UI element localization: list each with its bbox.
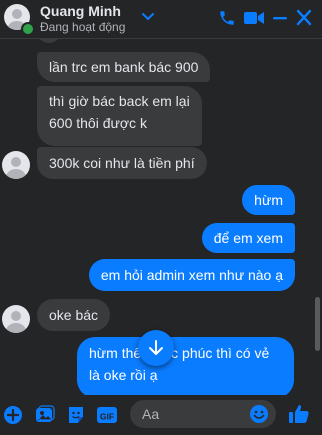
phone-icon[interactable] [218,9,236,32]
like-icon[interactable] [288,403,310,430]
composer: GIF Aa [0,395,322,435]
message-bubble-outgoing[interactable]: để em xem [201,223,295,253]
message-input[interactable]: Aa [130,400,276,428]
svg-text:GIF: GIF [100,412,114,422]
scroll-to-bottom-button[interactable] [138,330,174,366]
message-text: em hỏi admin xem như nào ạ [100,267,283,283]
plus-icon[interactable] [3,405,23,430]
chevron-down-icon[interactable] [142,9,154,27]
message-bubble-outgoing[interactable]: em hỏi admin xem như nào ạ [88,259,295,291]
message-text-line: thì giờ bác back em lại [49,93,190,109]
minimize-icon[interactable] [272,9,288,32]
online-status-dot [21,22,35,36]
message-text-line: là oke rồi ạ [89,367,158,383]
chat-header: Quang Minh Đang hoạt động [0,0,322,39]
message-text: lần trc em bank bác 900 [49,59,199,75]
message-bubble-outgoing[interactable]: hừm [242,185,295,215]
gif-icon[interactable]: GIF [96,405,118,430]
message-text: hừm [254,192,283,208]
sticker-icon[interactable] [66,405,86,430]
message-text-line: 600 thôi được k [49,115,147,131]
message-bubble-outgoing[interactable]: hừm thế c phúc thì có vẻ là oke rồi ạ [77,337,294,395]
message-input-placeholder: Aa [142,406,160,422]
message-text: 300k coi như là tiền phí [49,155,195,171]
photo-icon[interactable] [35,405,55,430]
emoji-icon[interactable] [249,404,269,429]
contact-name[interactable]: Quang Minh [40,3,121,19]
message-bubble-incoming[interactable]: 300k coi như là tiền phí [37,147,207,179]
scrollbar-thumb[interactable] [315,297,320,351]
close-icon[interactable] [296,9,312,32]
message-text: để em xem [213,230,283,246]
message-text-line: c phúc thì có vẻ [171,345,270,361]
message-bubble-incoming[interactable]: oke bác [37,299,111,331]
message-text: oke bác [49,307,99,323]
video-icon[interactable] [243,9,265,32]
contact-status: Đang hoạt động [40,20,126,34]
message-bubble-incoming[interactable]: thì giờ bác back em lại 600 thôi được k [37,86,202,146]
message-text-line: hừm thế [89,345,142,361]
avatar[interactable] [2,151,30,179]
avatar[interactable] [2,305,30,333]
message-bubble-incoming[interactable]: lần trc em bank bác 900 [37,52,211,82]
message-bubble-partial [37,39,61,43]
